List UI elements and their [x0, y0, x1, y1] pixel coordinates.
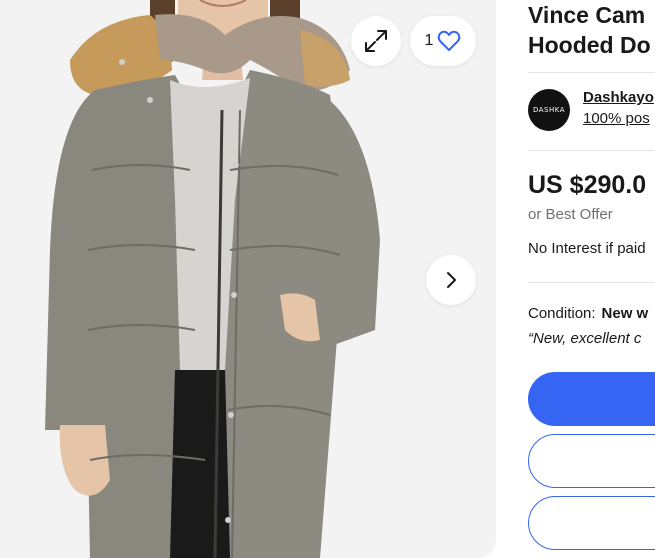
best-offer-label: or Best Offer	[528, 206, 613, 223]
seller-name-link[interactable]: Dashkayo	[583, 89, 654, 106]
add-to-cart-button[interactable]	[528, 434, 655, 488]
buy-it-now-button[interactable]	[528, 372, 655, 426]
watch-button[interactable]: 1	[410, 16, 476, 66]
heart-icon	[438, 30, 461, 51]
product-photo[interactable]	[0, 0, 496, 558]
listing-title: Vince Cam Hooded Do	[528, 0, 655, 60]
watch-count: 1	[424, 32, 434, 49]
make-offer-button[interactable]	[528, 496, 655, 550]
divider	[528, 282, 655, 283]
divider	[528, 150, 655, 151]
next-image-button[interactable]	[426, 255, 476, 305]
listing-title-line-1: Vince Cam	[528, 2, 646, 28]
image-gallery[interactable]: 1	[0, 0, 496, 558]
seller-feedback-link[interactable]: 100% pos	[583, 110, 650, 127]
condition-note: “New, excellent c	[528, 330, 642, 347]
listing-title-line-2: Hooded Do	[528, 32, 651, 58]
item-price: US $290.0	[528, 171, 647, 199]
chevron-right-icon	[447, 272, 456, 288]
seller-logo-text: DASHKA	[532, 106, 566, 114]
condition-label: Condition:	[528, 305, 596, 322]
condition-value: New w	[601, 305, 649, 322]
listing-info-panel: Vince Cam Hooded Do DASHKA Dashkayo 100%…	[528, 0, 655, 558]
seller-avatar[interactable]: DASHKA	[528, 89, 570, 131]
expand-icon	[365, 30, 387, 52]
expand-image-button[interactable]	[351, 16, 401, 66]
condition-row: Condition: New w	[528, 305, 648, 322]
financing-text: No Interest if paid	[528, 240, 646, 257]
divider	[528, 72, 655, 73]
